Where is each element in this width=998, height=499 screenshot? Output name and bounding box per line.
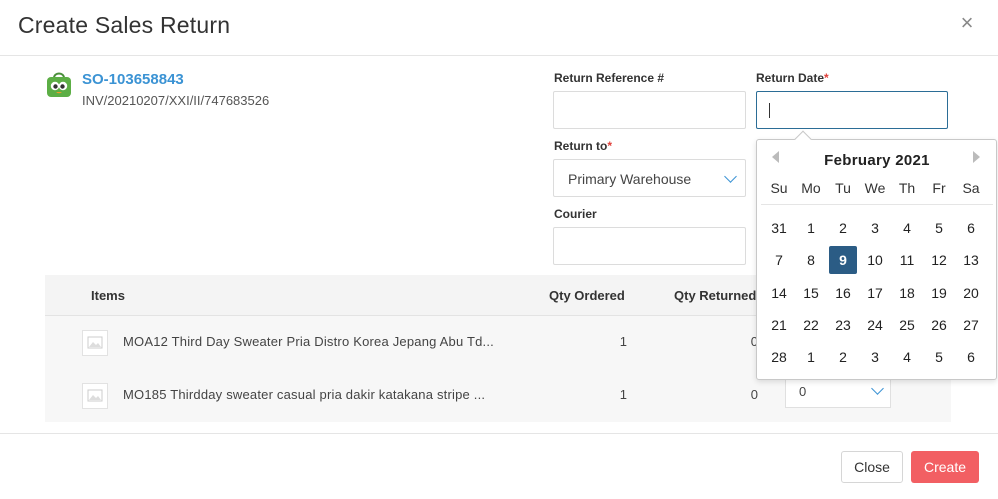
calendar-day[interactable]: 17 [861,279,889,307]
close-icon[interactable]: × [958,12,976,34]
item-name: MOA12 Third Day Sweater Pria Distro Kore… [123,334,494,349]
weekday-label: Fr [932,180,946,196]
column-header-items: Items [91,288,125,303]
qty-ordered: 1 [619,334,627,349]
calendar-day[interactable]: 31 [765,214,793,242]
calendar-day[interactable]: 9 [829,246,857,274]
close-button[interactable]: Close [841,451,903,483]
required-mark: * [607,139,612,153]
weekday-label: Su [770,180,788,196]
image-placeholder-icon [82,330,108,356]
chevron-down-icon [871,382,884,395]
calendar-day[interactable]: 14 [765,279,793,307]
calendar-day[interactable]: 6 [957,343,985,371]
date-picker: February 2021 Su Mo Tu We Th Fr Sa 31 1 2 3 4 5 6 7 8 9… [756,130,997,380]
item-name: MO185 Thirdday sweater casual pria dakir… [123,387,486,402]
weekday-label: We [864,180,886,196]
calendar-day[interactable]: 11 [893,246,921,274]
modal-header: Create Sales Return × [0,0,998,56]
order-number-link[interactable]: SO-103658843 [82,71,184,88]
divider [761,204,993,205]
return-reference-label: Return Reference # [554,71,665,85]
calendar-day[interactable]: 10 [861,246,889,274]
calendar-day[interactable]: 13 [957,246,985,274]
qty-returned: 0 [750,387,758,402]
courier-label: Courier [554,207,597,221]
weekday-label: Th [898,180,916,196]
calendar-day[interactable]: 5 [925,214,953,242]
calendar-day[interactable]: 15 [797,279,825,307]
calendar-day[interactable]: 12 [925,246,953,274]
return-to-value: Primary Warehouse [568,171,692,187]
calendar-day[interactable]: 25 [893,311,921,339]
modal-title: Create Sales Return [18,12,231,38]
calendar-day[interactable]: 3 [861,214,889,242]
required-mark: * [824,71,829,85]
calendar-day[interactable]: 1 [797,343,825,371]
return-to-select[interactable]: Primary Warehouse [553,159,746,197]
return-reference-input[interactable] [553,91,746,129]
modal-footer: Close Create [0,433,998,499]
calendar-day[interactable]: 19 [925,279,953,307]
calendar-day[interactable]: 3 [861,343,889,371]
return-date-label: Return Date* [756,71,829,85]
calendar-day[interactable]: 26 [925,311,953,339]
calendar-day[interactable]: 1 [797,214,825,242]
qty-ordered: 1 [619,387,627,402]
month-label: February 2021 [824,152,930,169]
calendar-day[interactable]: 16 [829,279,857,307]
calendar-day[interactable]: 18 [893,279,921,307]
text-cursor [769,103,770,118]
calendar-day[interactable]: 4 [893,343,921,371]
column-header-qty-returned: Qty Returned [674,288,757,303]
shop-bag-icon [47,72,71,97]
calendar-day[interactable]: 24 [861,311,889,339]
return-date-input[interactable] [756,91,948,129]
image-placeholder-icon [82,383,108,409]
calendar-day[interactable]: 28 [765,343,793,371]
calendar-day[interactable]: 7 [765,246,793,274]
calendar-day[interactable]: 6 [957,214,985,242]
create-button[interactable]: Create [911,451,979,483]
calendar-day[interactable]: 5 [925,343,953,371]
column-header-qty-ordered: Qty Ordered [549,288,625,303]
chevron-down-icon [724,170,737,183]
weekday-label: Tu [835,180,851,196]
calendar-day[interactable]: 23 [829,311,857,339]
calendar-day[interactable]: 2 [829,214,857,242]
courier-input[interactable] [553,227,746,265]
calendar-day[interactable]: 20 [957,279,985,307]
calendar-day[interactable]: 2 [829,343,857,371]
return-qty-value: 0 [799,384,807,399]
weekday-label: Mo [801,180,821,196]
return-to-label: Return to* [554,139,612,153]
calendar-day[interactable]: 27 [957,311,985,339]
calendar-day[interactable]: 8 [797,246,825,274]
next-month-icon[interactable] [973,151,980,163]
calendar-day[interactable]: 22 [797,311,825,339]
qty-returned: 0 [750,334,758,349]
date-picker-arrow [794,130,812,148]
calendar-day[interactable]: 21 [765,311,793,339]
weekday-label: Sa [962,180,980,196]
calendar-day[interactable]: 4 [893,214,921,242]
invoice-number: INV/20210207/XXI/II/747683526 [82,93,270,108]
